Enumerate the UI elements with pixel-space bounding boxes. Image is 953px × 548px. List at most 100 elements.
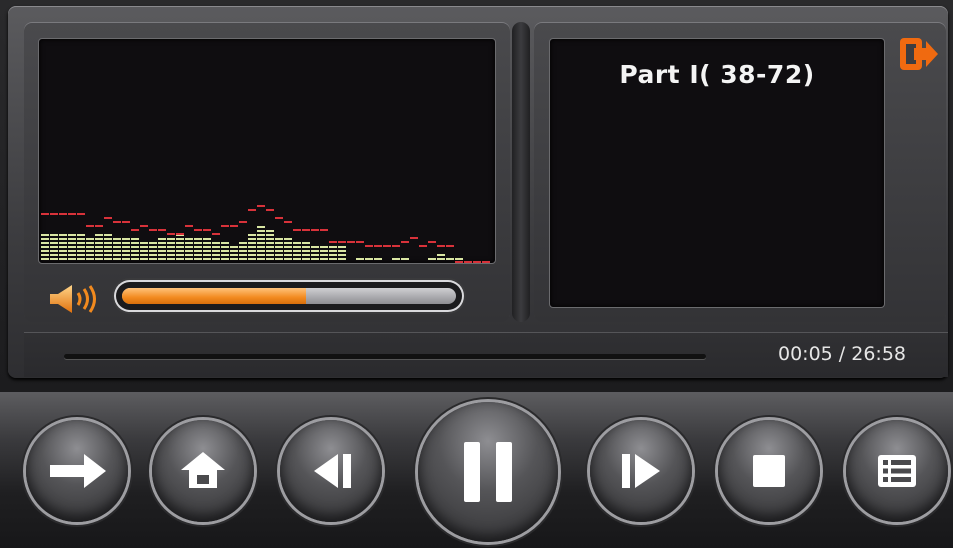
eq-bar-segment [239, 258, 247, 260]
player-top-area: Part I( 38-72) 00:05 / 26:58 [0, 0, 953, 392]
eq-bar-segment [77, 254, 85, 256]
eq-bar-segment [68, 254, 76, 256]
eq-bar-segment [203, 246, 211, 248]
eq-peak-marker [338, 241, 346, 243]
eq-bar-segment [50, 254, 58, 256]
eq-bar-segment [203, 250, 211, 252]
eq-bar-segment [257, 254, 265, 256]
eq-bar-segment [194, 254, 202, 256]
eq-peak-marker [320, 229, 328, 231]
volume-slider[interactable] [116, 282, 462, 310]
eq-bar-segment [284, 254, 292, 256]
eq-bar-segment [50, 258, 58, 260]
eq-bar-segment [266, 254, 274, 256]
eq-bar-segment [257, 238, 265, 240]
eq-bar-segment [320, 258, 328, 260]
eq-bar-segment [266, 242, 274, 244]
eq-bar-segment [122, 242, 130, 244]
eq-bar-segment [338, 250, 346, 252]
progress-bar: 00:05 / 26:58 [24, 332, 948, 377]
eq-bar-segment [176, 254, 184, 256]
eq-peak-marker [194, 229, 202, 231]
eq-bar-segment [284, 242, 292, 244]
eq-bar-segment [176, 258, 184, 260]
eq-bar-segment [86, 238, 94, 240]
eq-peak-marker [185, 225, 193, 227]
eq-bar-segment [293, 254, 301, 256]
eq-peak-marker [203, 229, 211, 231]
seek-bar[interactable] [64, 354, 706, 359]
eq-bar-segment [95, 246, 103, 248]
pause-button[interactable] [418, 402, 558, 542]
eq-bar-segment [113, 258, 121, 260]
eq-bar-segment [311, 254, 319, 256]
eq-bar-segment [140, 254, 148, 256]
eq-bar-segment [104, 258, 112, 260]
eq-bar-segment [41, 254, 49, 256]
eq-peak-marker [158, 229, 166, 231]
eq-peak-marker [95, 225, 103, 227]
eq-bar-segment [284, 246, 292, 248]
stop-button[interactable] [718, 420, 820, 522]
eq-bar-segment [293, 258, 301, 260]
eq-bar-segment [428, 258, 436, 260]
forward-arrow-button[interactable] [26, 420, 128, 522]
previous-button[interactable] [280, 420, 382, 522]
eq-bar-segment [194, 258, 202, 260]
eq-peak-marker [131, 229, 139, 231]
next-button[interactable] [590, 420, 692, 522]
eq-bar-segment [230, 246, 238, 248]
eq-bar-segment [131, 258, 139, 260]
eq-peak-marker [176, 233, 184, 235]
eq-bar-segment [41, 246, 49, 248]
eq-bar-segment [77, 234, 85, 236]
eq-bar-segment [320, 254, 328, 256]
eq-bar-segment [248, 234, 256, 236]
eq-bar-segment [266, 238, 274, 240]
eq-bar-segment [302, 246, 310, 248]
eq-peak-marker [365, 245, 373, 247]
eq-bar-segment [203, 254, 211, 256]
eq-bar-segment [167, 250, 175, 252]
eq-bar-segment [212, 246, 220, 248]
eq-bar-segment [185, 242, 193, 244]
eq-bar-segment [149, 242, 157, 244]
eq-bar-segment [365, 258, 373, 260]
eq-bar-segment [68, 250, 76, 252]
eq-bar-segment [374, 258, 382, 260]
eq-bar-segment [194, 250, 202, 252]
eq-bar-segment [77, 238, 85, 240]
eq-bar-segment [140, 246, 148, 248]
exit-icon[interactable] [896, 36, 940, 72]
eq-peak-marker [356, 241, 364, 243]
eq-bar-segment [194, 238, 202, 240]
eq-peak-marker [86, 225, 94, 227]
eq-bar-segment [230, 250, 238, 252]
eq-bar-segment [338, 246, 346, 248]
eq-bar-segment [50, 246, 58, 248]
speaker-icon[interactable] [44, 282, 106, 316]
eq-peak-marker [455, 261, 463, 263]
eq-peak-marker [50, 213, 58, 215]
eq-bar-segment [104, 254, 112, 256]
home-button[interactable] [152, 420, 254, 522]
eq-bar-segment [455, 258, 463, 260]
eq-bar-segment [320, 246, 328, 248]
eq-bar-segment [275, 238, 283, 240]
eq-bar-segment [221, 242, 229, 244]
eq-peak-marker [149, 229, 157, 231]
eq-bar-segment [293, 246, 301, 248]
eq-bar-segment [167, 246, 175, 248]
eq-bar-segment [194, 246, 202, 248]
eq-bar-segment [122, 246, 130, 248]
eq-peak-marker [221, 225, 229, 227]
playlist-button[interactable] [846, 420, 948, 522]
eq-bar-segment [266, 230, 274, 232]
eq-bar-segment [239, 254, 247, 256]
eq-bar-segment [68, 246, 76, 248]
eq-bar-segment [221, 250, 229, 252]
eq-bar-segment [275, 246, 283, 248]
track-title: Part I( 38-72) [619, 60, 815, 89]
eq-bar-segment [104, 242, 112, 244]
eq-bar-segment [356, 258, 364, 260]
